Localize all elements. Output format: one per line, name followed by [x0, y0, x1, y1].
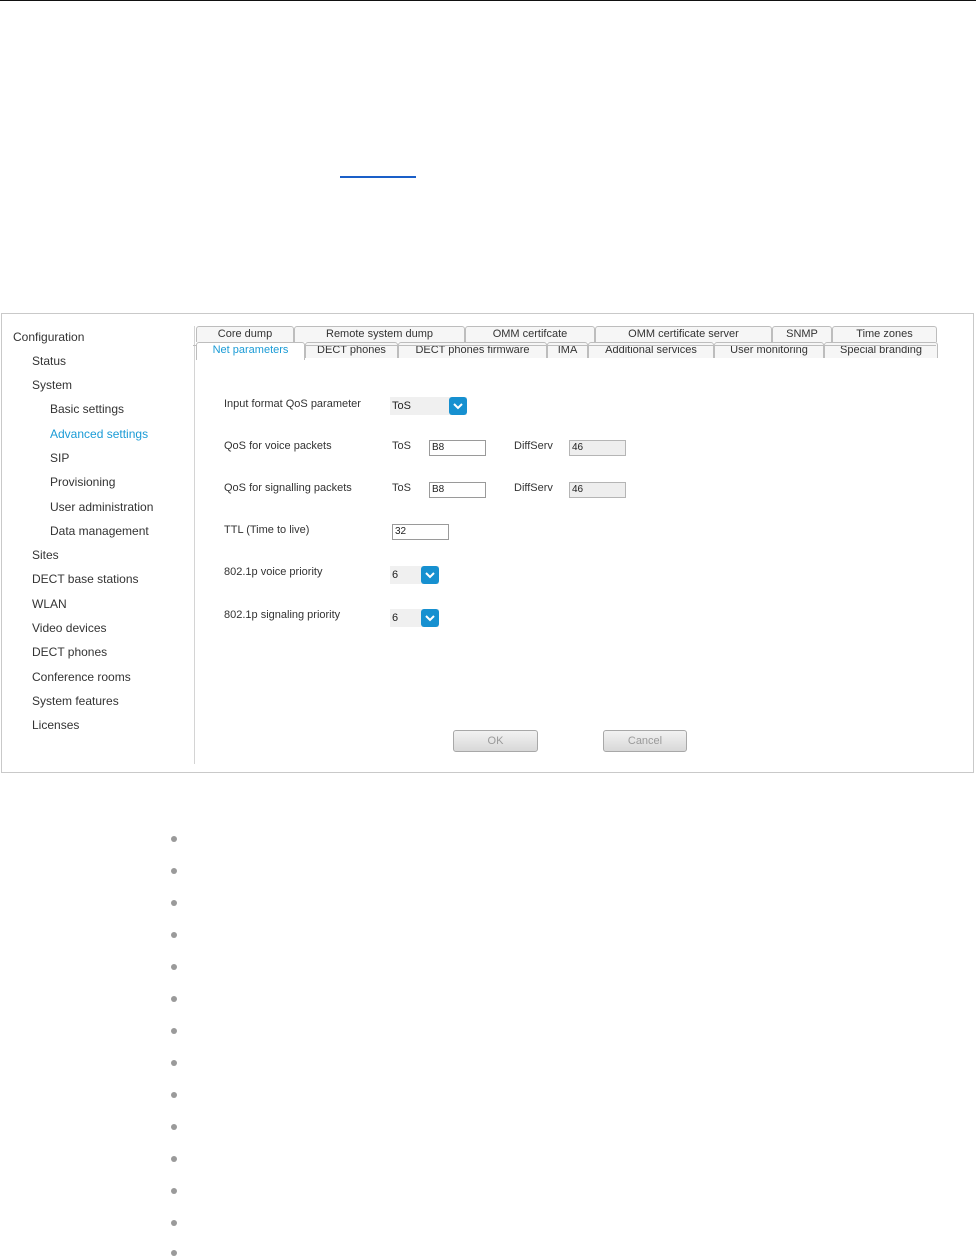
tab-omm-certificate[interactable]: OMM certifcate: [465, 326, 595, 342]
sidebar-item-data-management[interactable]: Data management: [50, 524, 149, 538]
bullet-marker: [171, 1250, 177, 1256]
sidebar-item-sip[interactable]: SIP: [50, 451, 69, 465]
voice-tos-label: ToS: [392, 440, 411, 452]
document-link-underline[interactable]: [340, 176, 416, 178]
bullet-marker: [171, 1028, 177, 1034]
sidebar-item-video-devices[interactable]: Video devices: [32, 621, 107, 635]
signalling-tos-label: ToS: [392, 482, 411, 494]
signalling-tos-input[interactable]: B8: [429, 482, 486, 498]
tab-time-zones[interactable]: Time zones: [832, 326, 937, 342]
sidebar-item-system-features[interactable]: System features: [32, 694, 119, 708]
sidebar-nav: Configuration Status System Basic settin…: [2, 314, 194, 764]
top-rule: [0, 0, 976, 1]
voice-priority-value: 6: [392, 569, 399, 581]
bullet-marker: [171, 996, 177, 1002]
tab-remote-system-dump[interactable]: Remote system dump: [294, 326, 465, 342]
voice-priority-select[interactable]: 6: [390, 566, 439, 584]
voice-priority-label: 802.1p voice priority: [224, 566, 323, 578]
sidebar-item-licenses[interactable]: Licenses: [32, 718, 79, 732]
cancel-button[interactable]: Cancel: [603, 730, 687, 752]
bullet-marker: [171, 868, 177, 874]
sidebar-item-conference-rooms[interactable]: Conference rooms: [32, 670, 131, 684]
signalling-diffserv-label: DiffServ: [514, 482, 553, 494]
tab-snmp[interactable]: SNMP: [772, 326, 832, 342]
bullet-marker: [171, 932, 177, 938]
bullet-marker: [171, 1156, 177, 1162]
tab-core-dump[interactable]: Core dump: [196, 326, 294, 342]
signaling-priority-value: 6: [392, 612, 399, 624]
sidebar-item-basic-settings[interactable]: Basic settings: [50, 402, 124, 416]
screenshot-frame: Configuration Status System Basic settin…: [1, 313, 974, 773]
input-format-value: ToS: [392, 400, 411, 412]
voice-qos-label: QoS for voice packets: [224, 440, 332, 452]
bullet-marker: [171, 1092, 177, 1098]
chevron-down-icon[interactable]: [421, 566, 439, 584]
bullet-marker: [171, 900, 177, 906]
signalling-qos-label: QoS for signalling packets: [224, 482, 352, 494]
sidebar-item-wlan[interactable]: WLAN: [32, 597, 67, 611]
sidebar-item-provisioning[interactable]: Provisioning: [50, 475, 115, 489]
bullet-marker: [171, 1188, 177, 1194]
bullet-marker: [171, 836, 177, 842]
sidebar-item-user-administration[interactable]: User administration: [50, 500, 153, 514]
sidebar-item-configuration[interactable]: Configuration: [13, 330, 84, 344]
bullet-marker: [171, 1220, 177, 1226]
voice-diffserv-field: 46: [569, 440, 626, 456]
chevron-down-icon[interactable]: [449, 397, 467, 415]
ok-button[interactable]: OK: [453, 730, 538, 752]
ttl-label: TTL (Time to live): [224, 524, 310, 536]
sidebar-item-status[interactable]: Status: [32, 354, 66, 368]
signaling-priority-select[interactable]: 6: [390, 609, 439, 627]
sidebar-item-sites[interactable]: Sites: [32, 548, 59, 562]
sidebar-item-dect-base-stations[interactable]: DECT base stations: [32, 572, 139, 586]
voice-diffserv-label: DiffServ: [514, 440, 553, 452]
sidebar-item-dect-phones[interactable]: DECT phones: [32, 645, 107, 659]
input-format-label: Input format QoS parameter: [224, 398, 361, 410]
tab-omm-certificate-server[interactable]: OMM certificate server: [595, 326, 772, 342]
voice-tos-input[interactable]: B8: [429, 440, 486, 456]
tab-net-parameters[interactable]: Net parameters: [196, 342, 305, 360]
sidebar-divider: [194, 326, 195, 764]
signalling-diffserv-field: 46: [569, 482, 626, 498]
ttl-input[interactable]: 32: [392, 524, 449, 540]
signaling-priority-label: 802.1p signaling priority: [224, 609, 341, 621]
sidebar-item-advanced-settings[interactable]: Advanced settings: [50, 427, 148, 441]
bullet-marker: [171, 1060, 177, 1066]
input-format-select[interactable]: ToS: [390, 397, 467, 415]
chevron-down-icon[interactable]: [421, 609, 439, 627]
bullet-marker: [171, 964, 177, 970]
bullet-marker: [171, 1124, 177, 1130]
sidebar-item-system[interactable]: System: [32, 378, 72, 392]
